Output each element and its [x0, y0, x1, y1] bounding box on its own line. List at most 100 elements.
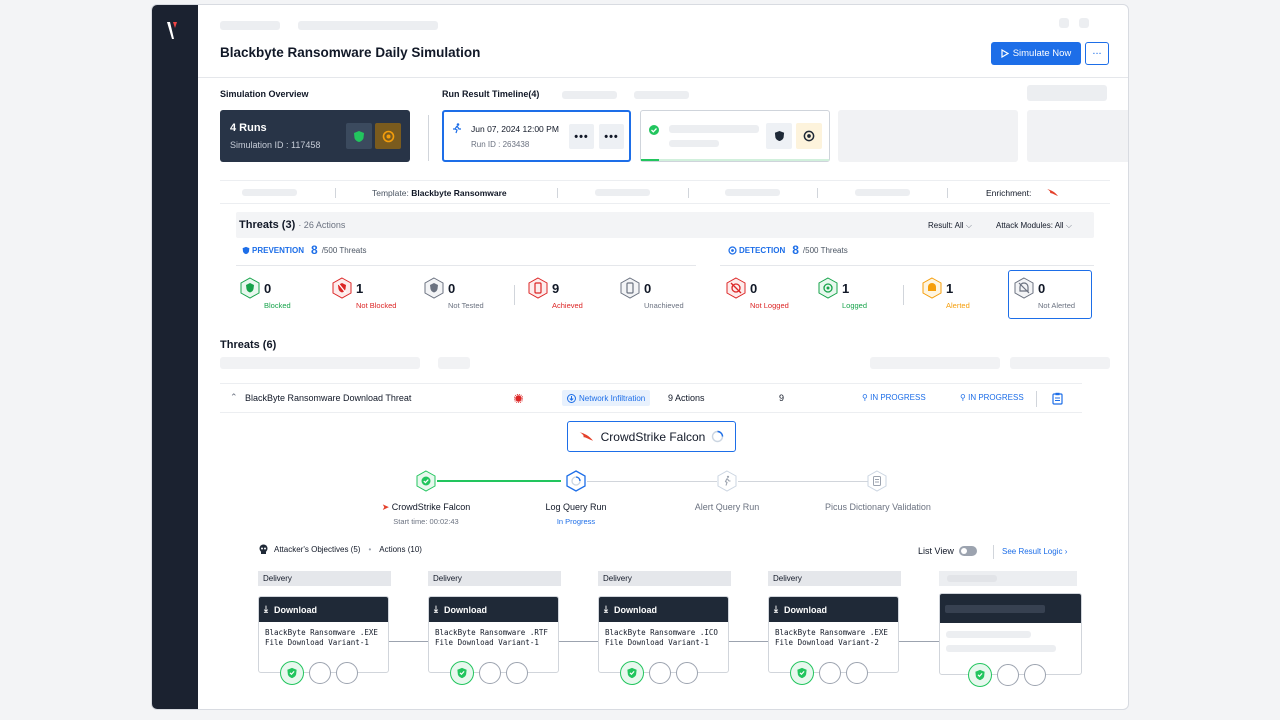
attack-modules-label: Attack Modules: All — [996, 221, 1064, 230]
stats-divider — [514, 285, 515, 305]
template-prefix: Template: — [372, 188, 409, 198]
threat-row[interactable]: ⌃ BlackByte Ransomware Download Threat N… — [220, 383, 1082, 413]
severity-icon — [514, 394, 523, 403]
not-logged-label: Not Logged — [750, 301, 789, 310]
achieved-label: Achieved — [552, 301, 583, 310]
detection-radar-icon — [375, 123, 401, 149]
action-title: Download — [273, 604, 317, 615]
detection-label: DETECTION — [739, 245, 786, 255]
detection-status: ⚲ IN PROGRESS — [960, 393, 1024, 402]
action-result-circles — [280, 661, 358, 685]
step-start-time: Start time: 00:02:43 — [393, 517, 459, 526]
action-line-1: BlackByte Ransomware .EXE — [775, 628, 888, 637]
stage-label: Delivery — [598, 571, 731, 586]
run-card[interactable] — [640, 110, 830, 162]
step-label-crowdstrike: ➤ CrowdStrike Falcon — [366, 502, 486, 513]
achieved-count: 9 — [552, 281, 560, 296]
stage-label: Delivery — [428, 571, 561, 586]
blocked-shield-icon — [240, 277, 260, 299]
detection-total: /500 Threats — [802, 245, 848, 255]
step-3-label: Alert Query Run — [694, 502, 760, 512]
info-placeholder — [242, 189, 297, 196]
pending-circle — [479, 662, 501, 684]
threats-summary-bar: Threats (3) · 26 Actions Result: All ⌵ A… — [236, 212, 1094, 238]
logged-label: Logged — [842, 301, 868, 310]
collapse-chevron-icon[interactable]: ⌃ — [230, 392, 238, 403]
pending-circle — [819, 662, 841, 684]
stat-not-tested[interactable]: 0 Not Tested — [424, 277, 504, 315]
stat-not-logged[interactable]: 0 Not Logged — [726, 277, 806, 315]
run-card-selected[interactable]: Jun 07, 2024 12:00 PM Run ID : 263438 ••… — [442, 110, 631, 162]
enrichment-label: Enrichment: — [986, 188, 1032, 198]
info-placeholder — [595, 189, 650, 196]
action-result-circles — [450, 661, 528, 685]
stage-label: Delivery — [768, 571, 901, 586]
not-alerted-count: 0 — [1038, 281, 1046, 296]
stat-not-blocked[interactable]: 1 Not Blocked — [332, 277, 412, 315]
simulation-overview-label: Simulation Overview — [220, 89, 309, 99]
stat-logged[interactable]: 1 Logged — [818, 277, 898, 315]
action-line-1: BlackByte Ransomware .EXE — [265, 628, 378, 637]
shield-icon — [242, 246, 250, 254]
list-view-label: List View — [918, 546, 954, 556]
stage-label: Delivery — [258, 571, 391, 586]
chevron-right-icon: › — [1064, 547, 1068, 556]
prevention-status-label: IN PROGRESS — [870, 393, 926, 402]
list-view-toggle[interactable]: List View — [918, 546, 977, 556]
integration-selector[interactable]: CrowdStrike Falcon — [567, 421, 736, 452]
threat-name: BlackByte Ransomware Download Threat — [245, 393, 412, 403]
not-blocked-label: Not Blocked — [356, 301, 397, 310]
unachieved-count: 0 — [644, 281, 652, 296]
run-prevention-menu-button[interactable]: ••• — [569, 124, 594, 149]
run-id: Run ID : 263438 — [471, 140, 530, 149]
falcon-icon: ➤ — [381, 502, 390, 512]
download-icon: ⤓ — [604, 604, 608, 614]
timeline-placeholder — [562, 91, 617, 99]
brand-logo-icon[interactable] — [165, 19, 179, 41]
clipboard-icon[interactable] — [1052, 392, 1063, 405]
alerted-count: 1 — [946, 281, 954, 296]
threat-actions: 9 Actions — [668, 393, 705, 403]
see-result-logic-link[interactable]: See Result Logic › — [1002, 547, 1067, 556]
overview-divider — [428, 115, 429, 161]
unachieved-label: Unachieved — [644, 301, 684, 310]
not-tested-shield-icon — [424, 277, 444, 299]
stat-unachieved[interactable]: 0 Unachieved — [620, 277, 700, 315]
stat-not-alerted[interactable]: 0 Not Alerted — [1014, 277, 1094, 315]
stat-blocked[interactable]: 0 Blocked — [240, 277, 320, 315]
logged-count: 1 — [842, 281, 850, 296]
info-divider — [947, 188, 948, 198]
info-divider — [688, 188, 689, 198]
skull-icon — [259, 544, 268, 554]
step-in-progress-icon — [566, 470, 586, 492]
stat-alerted[interactable]: 1 Alerted — [922, 277, 1002, 315]
step-pending-run-icon — [717, 470, 737, 492]
window-control-placeholder — [1059, 18, 1069, 28]
radar-icon — [796, 123, 822, 149]
toggle-switch[interactable] — [958, 546, 977, 556]
run-detection-menu-button[interactable]: ••• — [599, 124, 624, 149]
info-divider — [557, 188, 558, 198]
overview-card[interactable]: 4 Runs Simulation ID : 117458 — [220, 110, 410, 162]
check-shield-icon — [790, 661, 814, 685]
attack-modules-filter[interactable]: Attack Modules: All ⌵ — [996, 221, 1072, 231]
running-icon: ⚲ — [862, 393, 868, 402]
text-placeholder — [946, 631, 1031, 638]
step-connector — [738, 481, 868, 482]
info-divider — [335, 188, 336, 198]
more-options-button[interactable]: ... — [1085, 42, 1109, 65]
integration-name: CrowdStrike Falcon — [600, 429, 706, 444]
simulate-now-button[interactable]: Simulate Now — [991, 42, 1081, 65]
run-card-placeholder — [1027, 110, 1128, 162]
download-icon: ⤓ — [774, 604, 778, 614]
stat-achieved[interactable]: 9 Achieved — [528, 277, 608, 315]
run-timeline-label: Run Result Timeline(4) — [442, 89, 540, 99]
detection-status-label: IN PROGRESS — [968, 393, 1024, 402]
not-blocked-shield-icon — [332, 277, 352, 299]
action-result-circles — [620, 661, 698, 685]
detection-divider — [720, 265, 1094, 266]
check-shield-icon — [450, 661, 474, 685]
action-line-1: BlackByte Ransomware .ICO — [605, 628, 718, 637]
result-filter[interactable]: Result: All ⌵ — [928, 221, 972, 231]
check-circle-icon — [649, 125, 659, 135]
